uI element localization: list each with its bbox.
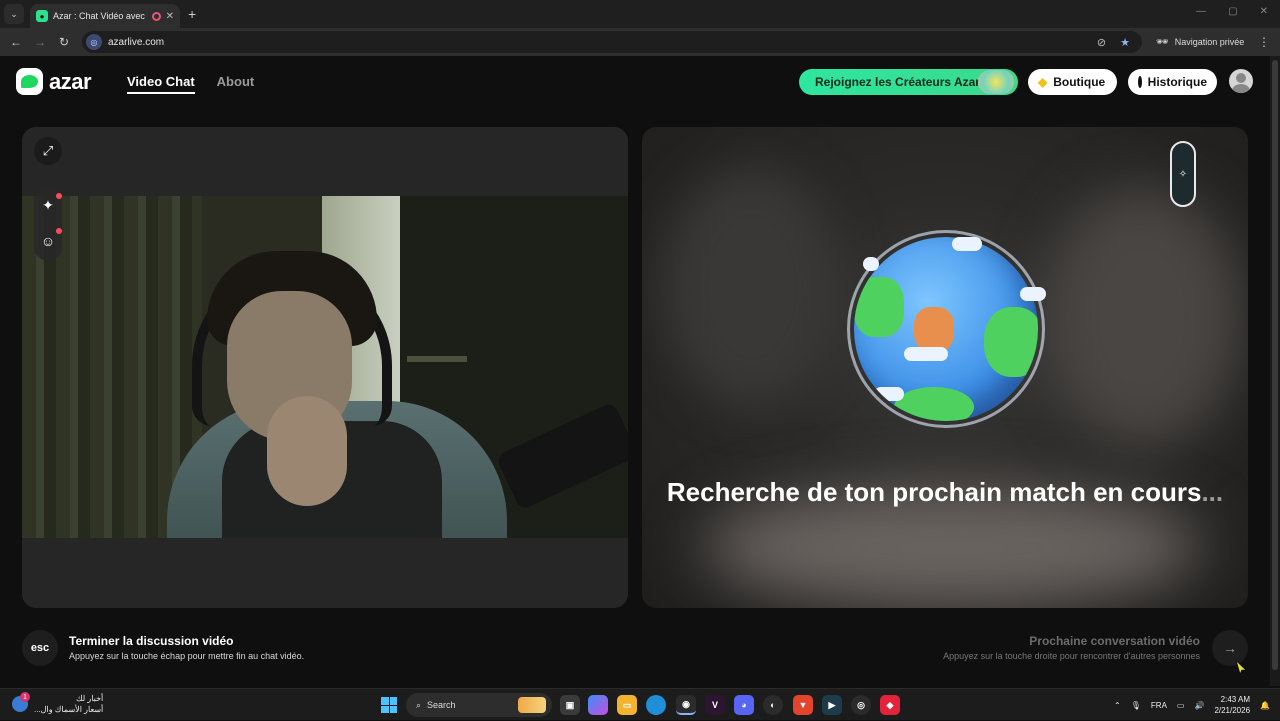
- clock-icon: [1138, 76, 1145, 88]
- clock-date: 2/21/2026: [1214, 706, 1251, 715]
- minimize-button[interactable]: —: [1196, 6, 1206, 17]
- weather-news-icon: 1: [12, 692, 30, 712]
- cloud-icon: [1020, 287, 1046, 301]
- private-label: Navigation privée: [1174, 37, 1245, 47]
- brave-browser-icon[interactable]: ▼: [793, 695, 813, 715]
- historique-button[interactable]: Historique: [1128, 69, 1217, 95]
- nav-video-chat[interactable]: Video Chat: [127, 74, 195, 94]
- azar-app: azar Video Chat About Rejoignez les Créa…: [0, 56, 1280, 686]
- search-label: Search: [427, 700, 456, 710]
- bookmark-star-icon[interactable]: ★: [1120, 36, 1130, 49]
- notification-dot: [56, 228, 62, 234]
- vector-app-icon[interactable]: V: [705, 695, 725, 715]
- network-icon[interactable]: ▭: [1177, 701, 1185, 710]
- gem-icon: ◆: [1038, 75, 1048, 89]
- join-creators-button[interactable]: Rejoignez les Créateurs Azar: [799, 69, 1018, 95]
- partner-video-panel: ✧ Recherche de ton prochain match en cou…: [642, 127, 1248, 608]
- historique-label: Historique: [1147, 75, 1207, 89]
- windows-taskbar: 1 أخبار لك أسعار الأسماك وال... ⌕ Search…: [0, 688, 1280, 720]
- azar-favicon-icon: ●: [36, 10, 48, 22]
- search-highlight-art: [518, 697, 546, 713]
- tab-title: Azar : Chat Vidéo avec de n: [53, 11, 147, 21]
- private-mode-indicator[interactable]: 🕶 Navigation privée: [1156, 37, 1244, 48]
- volume-icon[interactable]: 🔊: [1194, 701, 1204, 710]
- close-window-button[interactable]: ✕: [1260, 6, 1268, 17]
- tab-search-button[interactable]: ⌄: [4, 4, 24, 24]
- searching-text: Recherche de ton prochain match en cours: [666, 477, 1202, 507]
- url-text[interactable]: azarlive.com: [108, 37, 1091, 48]
- browser-tab[interactable]: ● Azar : Chat Vidéo avec de n ✕: [30, 4, 180, 28]
- task-view-icon[interactable]: ▣: [560, 695, 580, 715]
- address-bar: ← → ↻ ◎ azarlive.com ⊘ ★ 🕶 Navigation pr…: [0, 28, 1280, 56]
- notification-dot: [56, 193, 62, 199]
- omnibox[interactable]: ◎ azarlive.com ⊘ ★: [82, 31, 1142, 53]
- search-icon: ⌕: [416, 699, 422, 710]
- eye-off-icon[interactable]: ⊘: [1097, 36, 1106, 49]
- azar-logo[interactable]: azar: [16, 68, 92, 95]
- self-camera-feed: [22, 196, 628, 538]
- partner-country-badge-icon: ✧: [1170, 141, 1196, 207]
- boutique-button[interactable]: ◆ Boutique: [1028, 69, 1117, 95]
- creators-label: Rejoignez les Créateurs Azar: [815, 75, 980, 89]
- news-badge: 1: [20, 692, 30, 702]
- news-text: أخبار لك أسعار الأسماك وال...: [34, 693, 103, 715]
- self-video-panel: ⤢ ✦ ☺: [22, 127, 628, 608]
- mouse-cursor-icon: [1237, 662, 1245, 673]
- windows-start-icon[interactable]: [381, 697, 397, 713]
- cloud-icon: [863, 257, 879, 271]
- steam-icon[interactable]: ◎: [851, 695, 871, 715]
- file-explorer-icon[interactable]: ▭: [617, 695, 637, 715]
- microphone-icon[interactable]: 🎙: [1131, 701, 1141, 710]
- browser-menu-icon[interactable]: ⋮: [1258, 35, 1270, 49]
- system-tray: ⌃ 🎙 FRA ▭ 🔊 2:43 AM 2/21/2026 🔔: [1114, 689, 1270, 721]
- news-widget[interactable]: 1 أخبار لك أسعار الأسماك وال...: [12, 692, 103, 715]
- copilot-icon[interactable]: [588, 695, 608, 715]
- nav-about[interactable]: About: [217, 74, 255, 94]
- taskbar-search[interactable]: ⌕ Search: [406, 693, 552, 717]
- logo-text: azar: [49, 68, 92, 94]
- end-chat-button[interactable]: esc: [22, 630, 58, 666]
- browser-tab-bar: ⌄ ● Azar : Chat Vidéo avec de n ✕ + — ▢ …: [0, 0, 1280, 28]
- page-scrollbar[interactable]: [1270, 56, 1280, 686]
- notification-bell-icon[interactable]: 🔔: [1260, 701, 1270, 710]
- language-indicator[interactable]: FRA: [1151, 701, 1167, 710]
- news-line-2: أسعار الأسماك وال...: [34, 705, 104, 714]
- anydesk-icon[interactable]: ◆: [880, 695, 900, 715]
- news-line-1: أخبار لك: [75, 694, 104, 703]
- back-button[interactable]: ←: [4, 35, 28, 49]
- edge-browser-icon[interactable]: [646, 695, 666, 715]
- window-controls: — ▢ ✕: [1196, 6, 1268, 17]
- next-chat-title: Prochaine conversation vidéo: [1029, 634, 1200, 648]
- reload-button[interactable]: ↻: [52, 35, 76, 49]
- site-info-icon[interactable]: ◎: [86, 34, 102, 50]
- globe-icon: [854, 237, 1038, 421]
- clock-time: 2:43 AM: [1220, 695, 1251, 704]
- tray-overflow-icon[interactable]: ⌃: [1114, 701, 1121, 710]
- expand-icon[interactable]: ⤢: [34, 137, 62, 165]
- cloud-icon: [952, 237, 982, 251]
- capcut-icon[interactable]: ▶: [822, 695, 842, 715]
- obs-icon[interactable]: ◐: [763, 695, 783, 715]
- next-chat-hint: Appuyez sur la touche droite pour rencon…: [943, 651, 1200, 661]
- end-chat-hint: Appuyez sur la touche échap pour mettre …: [69, 651, 305, 661]
- top-nav: Video Chat About: [127, 74, 254, 94]
- azar-logo-mark-icon: [16, 68, 43, 95]
- close-tab-icon[interactable]: ✕: [166, 11, 174, 22]
- next-chat-arrow-icon[interactable]: →: [1212, 630, 1248, 666]
- end-chat-title: Terminer la discussion vidéo: [69, 634, 234, 648]
- boutique-label: Boutique: [1053, 75, 1106, 89]
- maximize-button[interactable]: ▢: [1228, 6, 1237, 17]
- creators-illustration-icon: [978, 70, 1014, 94]
- profile-avatar[interactable]: [1229, 69, 1253, 93]
- new-tab-button[interactable]: +: [188, 6, 196, 22]
- searching-dots: ...: [1201, 477, 1224, 507]
- taskbar-clock[interactable]: 2:43 AM 2/21/2026: [1214, 694, 1250, 716]
- chrome-browser-icon[interactable]: ◉: [676, 695, 696, 715]
- recording-icon: [151, 11, 161, 21]
- forward-button[interactable]: →: [28, 35, 52, 49]
- searching-message: Recherche de ton prochain match en cours…: [642, 477, 1248, 508]
- incognito-icon: 🕶: [1156, 36, 1169, 48]
- discord-icon[interactable]: ◕: [734, 695, 754, 715]
